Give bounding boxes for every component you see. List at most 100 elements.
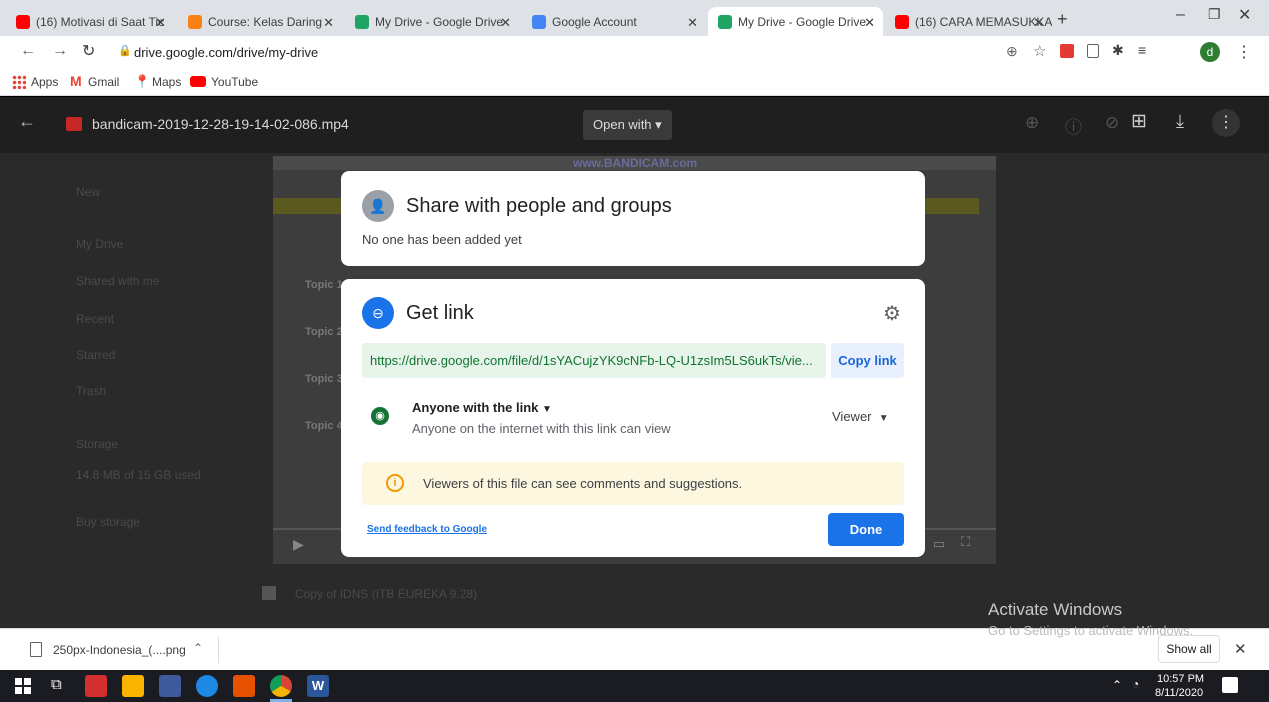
role-label: Viewer: [832, 409, 872, 424]
drive-sidebar-item[interactable]: My Drive: [76, 237, 123, 251]
drive-sidebar-item[interactable]: Recent: [76, 312, 114, 326]
notification-center-icon[interactable]: [1222, 677, 1238, 693]
download-filename[interactable]: 250px-Indonesia_(....png: [53, 643, 186, 657]
close-downloads-icon[interactable]: ✕: [1234, 640, 1247, 658]
viewer-filename: bandicam-2019-12-28-19-14-02-086.mp4: [92, 116, 349, 132]
clock-date[interactable]: 8/11/2020: [1155, 687, 1203, 699]
browser-tab[interactable]: (16) Motivasi di Saat Tic ✕: [6, 7, 174, 36]
get-link-dialog: ⊖ Get link ⚙ https://drive.google.com/fi…: [341, 279, 925, 557]
viewer-info-icon[interactable]: ⓘ: [1065, 113, 1082, 138]
browser-tab-title: My Drive - Google Drive: [738, 14, 867, 29]
windows-taskbar: ⧉ W ⌃ ◔ 10:57 PM 8/11/2020: [0, 670, 1269, 702]
edge-browser-icon[interactable]: [196, 675, 218, 697]
link-access-dropdown[interactable]: Anyone with the link ▼: [412, 400, 552, 415]
video-topic-label: Topic 2: [305, 326, 343, 338]
send-feedback-link[interactable]: Send feedback to Google: [367, 524, 487, 535]
drive-sidebar-item[interactable]: Storage: [76, 437, 118, 451]
reader-icon[interactable]: [1087, 44, 1099, 58]
copy-link-button[interactable]: Copy link: [831, 343, 904, 378]
close-tab-icon[interactable]: ✕: [155, 15, 166, 31]
drive-sidebar-item[interactable]: Trash: [76, 384, 106, 398]
bookmark-gmail[interactable]: Gmail: [88, 75, 119, 89]
app-icon-media[interactable]: [159, 675, 181, 697]
video-pip-icon[interactable]: ▭: [933, 536, 945, 552]
share-people-dialog: 👤 Share with people and groups No one ha…: [341, 171, 925, 266]
browser-tab[interactable]: (16) CARA MEMASUKKAN ✕: [885, 7, 1052, 36]
profile-avatar[interactable]: d: [1200, 42, 1220, 62]
add-icon[interactable]: ⊕: [1006, 43, 1018, 60]
wifi-icon[interactable]: ◔: [1132, 677, 1139, 691]
browser-tab-strip: (16) Motivasi di Saat Tic ✕ Course: Kelas …: [0, 0, 1269, 36]
minimize-button[interactable]: –: [1176, 6, 1185, 24]
bookmark-star-icon[interactable]: ☆: [1033, 42, 1046, 60]
file-explorer-icon[interactable]: [122, 675, 144, 697]
drive-sidebar-item[interactable]: Shared with me: [76, 274, 159, 288]
browser-tab[interactable]: My Drive - Google Drive ✕: [345, 7, 519, 36]
reload-icon[interactable]: ↻: [82, 41, 95, 61]
globe-icon: ◉: [371, 407, 389, 425]
video-topic-label: Topic 4: [305, 420, 343, 432]
settings-gear-icon[interactable]: ⚙: [883, 301, 901, 326]
close-window-button[interactable]: ✕: [1238, 5, 1251, 25]
restore-button[interactable]: ❐: [1208, 6, 1221, 23]
viewer-back-arrow-icon[interactable]: ←: [18, 111, 36, 132]
drive-sidebar-item[interactable]: 14.8 MB of 15 GB used: [76, 468, 201, 482]
clock-time[interactable]: 10:57 PM: [1157, 673, 1204, 685]
share-url-field[interactable]: https://drive.google.com/file/d/1sYACujz…: [362, 343, 826, 378]
caret-down-icon: ▼: [542, 404, 552, 415]
bookmark-youtube[interactable]: YouTube: [211, 75, 258, 89]
extensions-puzzle-icon[interactable]: ✱: [1112, 42, 1124, 59]
close-tab-icon[interactable]: ✕: [864, 15, 875, 31]
add-to-drive-icon[interactable]: ⊞: [1131, 110, 1147, 133]
role-dropdown[interactable]: Viewer ▼: [832, 409, 889, 424]
viewer-comment-icon[interactable]: ⊕: [1025, 113, 1039, 133]
show-all-button[interactable]: Show all: [1158, 635, 1220, 663]
drive-sidebar-item[interactable]: New: [76, 185, 100, 199]
forward-arrow-icon[interactable]: →: [52, 42, 68, 60]
role-caret-down-icon: ▼: [878, 413, 889, 424]
word-icon[interactable]: W: [307, 675, 329, 697]
link-icon: ⊖: [362, 297, 394, 329]
browser-toolbar: ← → ↻ 🔒 drive.google.com/drive/my-drive …: [0, 36, 1269, 68]
download-chevron-up-icon[interactable]: ⌃: [193, 641, 203, 655]
drive-sidebar-item[interactable]: Buy storage: [76, 515, 140, 529]
close-tab-icon[interactable]: ✕: [1033, 15, 1044, 31]
app-icon-bps[interactable]: [85, 675, 107, 697]
done-button[interactable]: Done: [828, 513, 904, 546]
open-with-button[interactable]: Open with ▾: [583, 110, 672, 140]
back-arrow-icon[interactable]: ←: [20, 42, 36, 60]
moodle-icon: [188, 14, 202, 29]
media-queue-icon[interactable]: ≡: [1138, 42, 1146, 58]
viewer-more-icon[interactable]: ⋮: [1212, 109, 1240, 137]
close-tab-icon[interactable]: ✕: [500, 15, 511, 31]
bookmark-maps[interactable]: Maps: [152, 75, 181, 89]
windows-start-icon[interactable]: [15, 678, 31, 694]
bookmarks-bar: Apps M Gmail 📍 Maps YouTube: [0, 68, 1269, 96]
comments-notice-text: Viewers of this file can see comments an…: [423, 476, 743, 491]
open-with-label: Open with: [593, 117, 652, 132]
browser-menu-icon[interactable]: ⋮: [1236, 42, 1252, 62]
download-icon[interactable]: ⤓: [1176, 111, 1184, 132]
browser-tab-title: Course: Kelas Daring: [208, 14, 323, 29]
browser-tab[interactable]: Google Account ✕: [522, 7, 706, 36]
bookmark-apps[interactable]: Apps: [31, 75, 58, 89]
browser-tab[interactable]: Course: Kelas Daring ✕: [178, 7, 342, 36]
close-tab-icon[interactable]: ✕: [323, 15, 334, 31]
browser-tab[interactable]: My Drive - Google Drive ✕: [708, 7, 883, 36]
extension-icon[interactable]: [1060, 44, 1074, 58]
drive-sidebar-item[interactable]: Starred: [76, 348, 115, 362]
address-bar[interactable]: drive.google.com/drive/my-drive: [134, 45, 318, 60]
close-tab-icon[interactable]: ✕: [687, 15, 698, 31]
viewer-share-icon[interactable]: ⊘: [1105, 113, 1119, 133]
video-play-icon[interactable]: ▶: [293, 536, 304, 553]
video-fullscreen-icon[interactable]: ⛶: [961, 534, 970, 550]
video-file-icon: [66, 117, 82, 131]
add-person-icon: 👤: [362, 190, 394, 222]
tray-chevron-up-icon[interactable]: ⌃: [1112, 678, 1122, 692]
chrome-icon[interactable]: [270, 675, 292, 697]
new-tab-button[interactable]: +: [1057, 9, 1068, 30]
drive-icon: [355, 14, 369, 29]
paint-app-icon[interactable]: [233, 675, 255, 697]
comments-notice: i Viewers of this file can see comments …: [362, 462, 904, 505]
task-view-icon[interactable]: ⧉: [51, 676, 62, 693]
